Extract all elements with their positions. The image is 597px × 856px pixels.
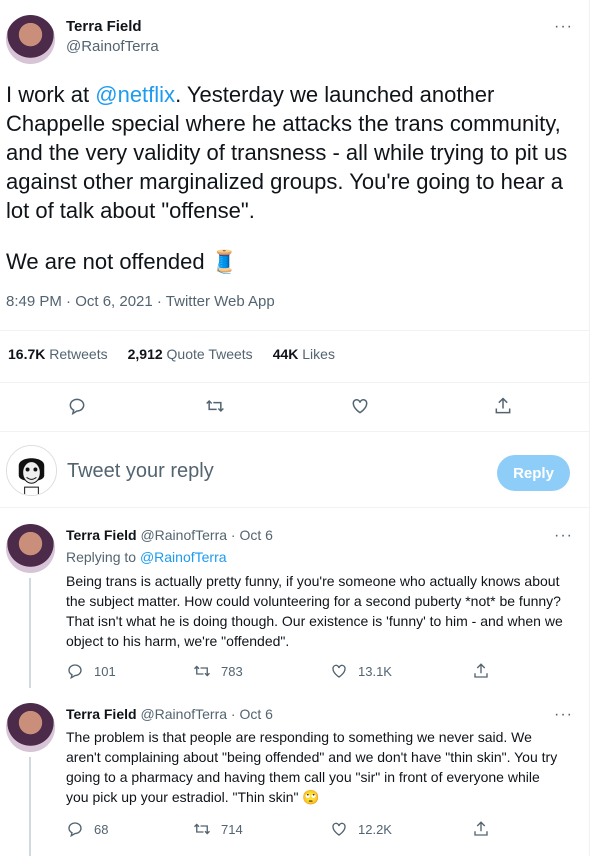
reply-author-name[interactable]: Terra Field xyxy=(66,706,137,722)
user-avatar[interactable] xyxy=(6,445,57,496)
author-name[interactable]: Terra Field xyxy=(66,18,159,35)
reply-author-handle[interactable]: @RainofTerra xyxy=(140,706,227,722)
reply-count: 68 xyxy=(94,821,109,837)
reply-count: 101 xyxy=(94,663,116,679)
share-icon[interactable] xyxy=(493,396,513,421)
retweet-icon[interactable] xyxy=(193,662,211,680)
reply-author-avatar[interactable] xyxy=(6,703,55,752)
thread-line xyxy=(29,757,31,856)
eye-roll-emoji: 🙄 xyxy=(302,789,320,805)
tweet-meta[interactable]: 8:49 PM · Oct 6, 2021 · Twitter Web App xyxy=(6,293,275,310)
thread-emoji: 🧵 xyxy=(210,249,239,274)
likes-stat[interactable]: 44K Likes xyxy=(273,346,335,362)
like-count: 12.2K xyxy=(358,821,392,837)
share-icon[interactable] xyxy=(472,662,490,685)
retweets-stat[interactable]: 16.7K Retweets xyxy=(8,346,108,362)
more-options-icon[interactable]: ··· xyxy=(554,527,573,545)
more-options-icon[interactable]: ··· xyxy=(554,706,573,724)
reply-time[interactable]: · Oct 6 xyxy=(231,706,273,722)
reply-icon[interactable] xyxy=(67,396,87,421)
tweet-text: I work at @netflix. Yesterday we launche… xyxy=(6,82,568,223)
share-icon[interactable] xyxy=(472,820,490,843)
reply-time[interactable]: · Oct 6 xyxy=(231,527,273,543)
like-icon[interactable] xyxy=(330,820,348,838)
like-icon[interactable] xyxy=(350,396,370,421)
retweet-icon[interactable] xyxy=(193,820,211,838)
retweet-icon[interactable] xyxy=(205,396,225,421)
reply-text: The problem is that people are respondin… xyxy=(66,729,558,805)
reply-author-name[interactable]: Terra Field xyxy=(66,527,137,543)
replying-to: Replying to @RainofTerra xyxy=(66,549,227,565)
replying-to-link[interactable]: @RainofTerra xyxy=(140,549,227,565)
reply-text: Being trans is actually pretty funny, if… xyxy=(66,573,563,649)
author-handle[interactable]: @RainofTerra xyxy=(66,38,159,55)
more-options-icon[interactable]: ··· xyxy=(554,18,573,36)
like-count: 13.1K xyxy=(358,663,392,679)
quote-tweets-stat[interactable]: 2,912 Quote Tweets xyxy=(128,346,253,362)
like-icon[interactable] xyxy=(330,662,348,680)
thread-line xyxy=(29,578,31,688)
reply-author-handle[interactable]: @RainofTerra xyxy=(140,527,227,543)
reply-button[interactable]: Reply xyxy=(497,455,570,491)
tweet-text-line2: We are not offended 🧵 xyxy=(6,249,239,274)
retweet-count: 783 xyxy=(221,663,243,679)
reply-icon[interactable] xyxy=(66,820,84,838)
reply-input[interactable]: Tweet your reply xyxy=(67,460,214,483)
reply-author-avatar[interactable] xyxy=(6,524,55,573)
author-avatar[interactable] xyxy=(6,15,55,64)
retweet-count: 714 xyxy=(221,821,243,837)
netflix-mention-link[interactable]: @netflix xyxy=(95,82,175,107)
reply-icon[interactable] xyxy=(66,662,84,680)
tweet-stats: 16.7K Retweets 2,912 Quote Tweets 44K Li… xyxy=(8,346,335,362)
